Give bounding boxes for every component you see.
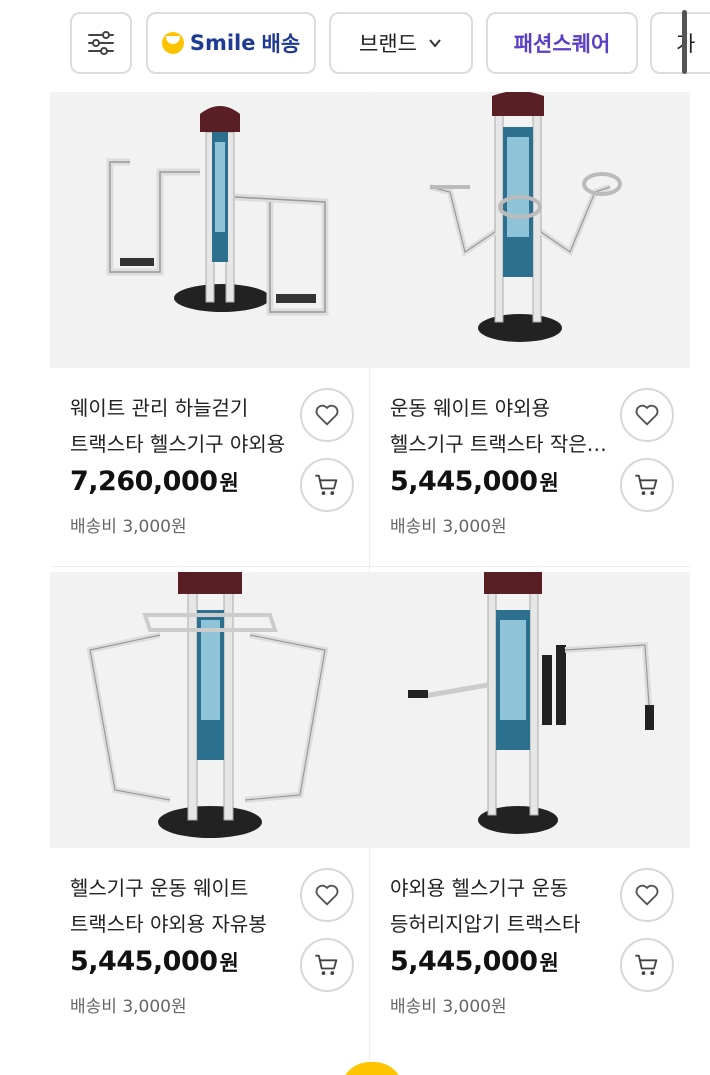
- cart-icon: [315, 474, 338, 496]
- cart-button[interactable]: [300, 938, 354, 992]
- back-massager-illustration: [370, 572, 690, 848]
- smile-delivery-chip[interactable]: Smile 배송: [146, 12, 316, 74]
- twister-wheel-illustration: [370, 92, 690, 368]
- product-title[interactable]: 헬스기구 운동 웨이트 트랙스타 야외용 자유봉: [70, 870, 290, 942]
- product-image-back-massager[interactable]: [370, 572, 690, 848]
- product-price: 5,445,000 원: [390, 466, 559, 497]
- heart-icon: [635, 884, 659, 906]
- fashion-square-chip[interactable]: 패션스퀘어: [486, 12, 638, 74]
- floating-action-tab[interactable]: [340, 1062, 404, 1075]
- like-button[interactable]: [300, 868, 354, 922]
- cart-icon: [635, 474, 658, 496]
- partial-chip[interactable]: 가: [650, 12, 710, 74]
- price-value: 5,445,000: [390, 946, 538, 977]
- shipping-fee: 배송비 3,000원: [390, 517, 507, 537]
- sliders-icon: [88, 31, 114, 55]
- product-image-twister[interactable]: [370, 92, 690, 368]
- product-price: 7,260,000 원: [70, 466, 239, 497]
- product-price: 5,445,000 원: [390, 946, 559, 977]
- filter-bar: Smile 배송 브랜드 패션스퀘어 가: [0, 0, 710, 86]
- heart-icon: [315, 884, 339, 906]
- cart-icon: [635, 954, 658, 976]
- price-currency: 원: [539, 951, 559, 975]
- heart-icon: [315, 404, 339, 426]
- product-title[interactable]: 웨이트 관리 하늘걷기 트랙스타 헬스기구 야외용: [70, 390, 290, 462]
- filter-button[interactable]: [70, 12, 132, 74]
- like-button[interactable]: [620, 868, 674, 922]
- row-divider: [50, 566, 690, 567]
- smile-face-icon: [161, 32, 184, 54]
- shipping-fee: 배송비 3,000원: [70, 517, 187, 537]
- air-walker-illustration: [50, 92, 370, 368]
- price-currency: 원: [219, 471, 239, 495]
- product-image-swing-bar[interactable]: [50, 572, 370, 848]
- price-currency: 원: [219, 951, 239, 975]
- brand-dropdown[interactable]: 브랜드: [329, 12, 473, 74]
- price-currency: 원: [539, 471, 559, 495]
- cart-button[interactable]: [620, 938, 674, 992]
- cart-button[interactable]: [300, 458, 354, 512]
- cart-button[interactable]: [620, 458, 674, 512]
- brand-label: 브랜드: [359, 32, 417, 56]
- product-title[interactable]: 운동 웨이트 야외용 헬스기구 트랙스타 작은 파도: [390, 390, 610, 462]
- like-button[interactable]: [300, 388, 354, 442]
- heart-icon: [635, 404, 659, 426]
- product-image-air-walker[interactable]: [50, 92, 370, 368]
- shipping-fee: 배송비 3,000원: [390, 997, 507, 1017]
- cart-icon: [315, 954, 338, 976]
- smile-logo: Smile 배송: [161, 28, 301, 58]
- horizontal-scrollbar[interactable]: [682, 10, 687, 74]
- smile-suffix-text: 배송: [261, 32, 301, 56]
- chevron-down-icon: [429, 39, 441, 48]
- price-value: 5,445,000: [390, 466, 538, 497]
- like-button[interactable]: [620, 388, 674, 442]
- swing-bar-illustration: [50, 572, 370, 848]
- shipping-fee: 배송비 3,000원: [70, 997, 187, 1017]
- fashion-square-label: 패션스퀘어: [513, 32, 611, 56]
- smile-brand-text: Smile: [189, 31, 256, 55]
- product-price: 5,445,000 원: [70, 946, 239, 977]
- product-title[interactable]: 야외용 헬스기구 운동 등허리지압기 트랙스타: [390, 870, 610, 942]
- price-value: 7,260,000: [70, 466, 218, 497]
- price-value: 5,445,000: [70, 946, 218, 977]
